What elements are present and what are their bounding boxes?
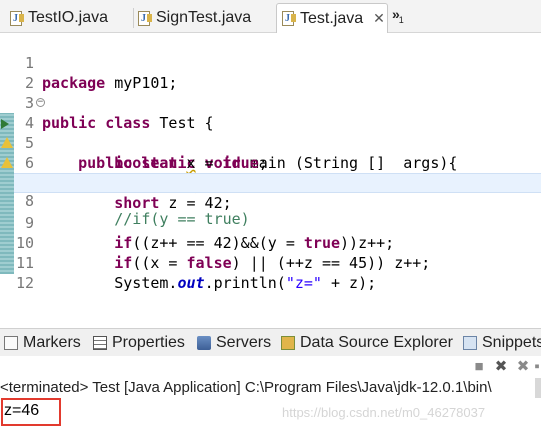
close-icon[interactable]: ✕ xyxy=(373,10,385,27)
snippets-icon xyxy=(463,336,477,350)
remove-launch-icon[interactable]: ✖ xyxy=(492,358,510,376)
console-header: <terminated> Test [Java Application] C:\… xyxy=(0,378,541,398)
tab-data-source-explorer[interactable]: Data Source Explorer xyxy=(281,332,453,354)
code-line: 7 short z = 42; xyxy=(25,174,232,212)
code-line: 2 xyxy=(24,74,34,92)
tab-label: SignTest.java xyxy=(156,9,252,26)
java-file-icon: J xyxy=(138,10,152,26)
properties-icon xyxy=(93,336,107,350)
code-line: 1 package myP101; xyxy=(24,54,178,92)
warning-icon[interactable] xyxy=(0,137,13,149)
tab-label: TestIO.java xyxy=(28,9,109,26)
output-text: z=46 xyxy=(4,402,40,419)
code-line: 6 boolean y = false; xyxy=(24,154,277,192)
console-output[interactable]: z=46 https://blog.csdn.net/m0_46278037 xyxy=(0,398,541,436)
more-icon[interactable]: ▪ xyxy=(533,358,541,376)
tab-markers[interactable]: Markers xyxy=(4,332,81,354)
editor-tab-bar: J TestIO.java J SignTest.java J Test.jav… xyxy=(0,0,541,33)
code-line: 4 − public static void main (String [] a… xyxy=(24,97,458,173)
remove-all-icon[interactable]: ✖ xyxy=(514,358,532,376)
code-line: 5 boolean x = true; xyxy=(24,134,268,172)
java-file-icon: J xyxy=(282,11,296,26)
code-editor[interactable]: 1 package myP101; 2 3 public class Test … xyxy=(0,33,541,332)
fold-toggle-icon[interactable]: − xyxy=(36,98,45,107)
code-line: 9 if((z++ == 42)&&(y = true))z++; xyxy=(24,214,395,252)
scrollbar[interactable] xyxy=(535,378,541,398)
code-line: 11 System.out.println("z=" + z); xyxy=(15,254,377,292)
watermark: https://blog.csdn.net/m0_46278037 xyxy=(282,405,486,420)
views-tab-bar: Markers Properties Servers Data Source E… xyxy=(0,328,541,356)
tab-servers[interactable]: Servers xyxy=(197,332,271,354)
servers-icon xyxy=(197,336,211,350)
override-icon[interactable] xyxy=(0,117,12,129)
code-line: 10 if((x = false) || (++z == 45)) z++; xyxy=(15,234,431,272)
java-file-icon: J xyxy=(10,10,24,26)
terminate-icon[interactable]: ■ xyxy=(470,358,488,376)
data-source-icon xyxy=(281,336,295,350)
tab-testio[interactable]: J TestIO.java xyxy=(6,3,134,33)
tab-test-active[interactable]: J Test.java ✕ xyxy=(276,3,388,33)
markers-icon xyxy=(4,336,18,350)
code-line-current: 8 //if(y == true) xyxy=(14,173,541,228)
console-toolbar: ■ ✖ ✖ ▪ xyxy=(0,356,541,378)
warning-icon[interactable] xyxy=(0,157,13,169)
tab-properties[interactable]: Properties xyxy=(93,332,185,354)
tab-snippets[interactable]: Snippets xyxy=(463,332,541,354)
code-line: 12 } xyxy=(15,274,87,312)
code-line: 13 } xyxy=(14,273,541,332)
code-line: 3 public class Test { xyxy=(24,94,214,132)
bottom-panel: Markers Properties Servers Data Source E… xyxy=(0,296,541,436)
tab-label: Test.java xyxy=(300,9,364,27)
tab-overflow-button[interactable]: »1 xyxy=(392,6,404,25)
tab-signtest[interactable]: J SignTest.java xyxy=(136,3,276,33)
